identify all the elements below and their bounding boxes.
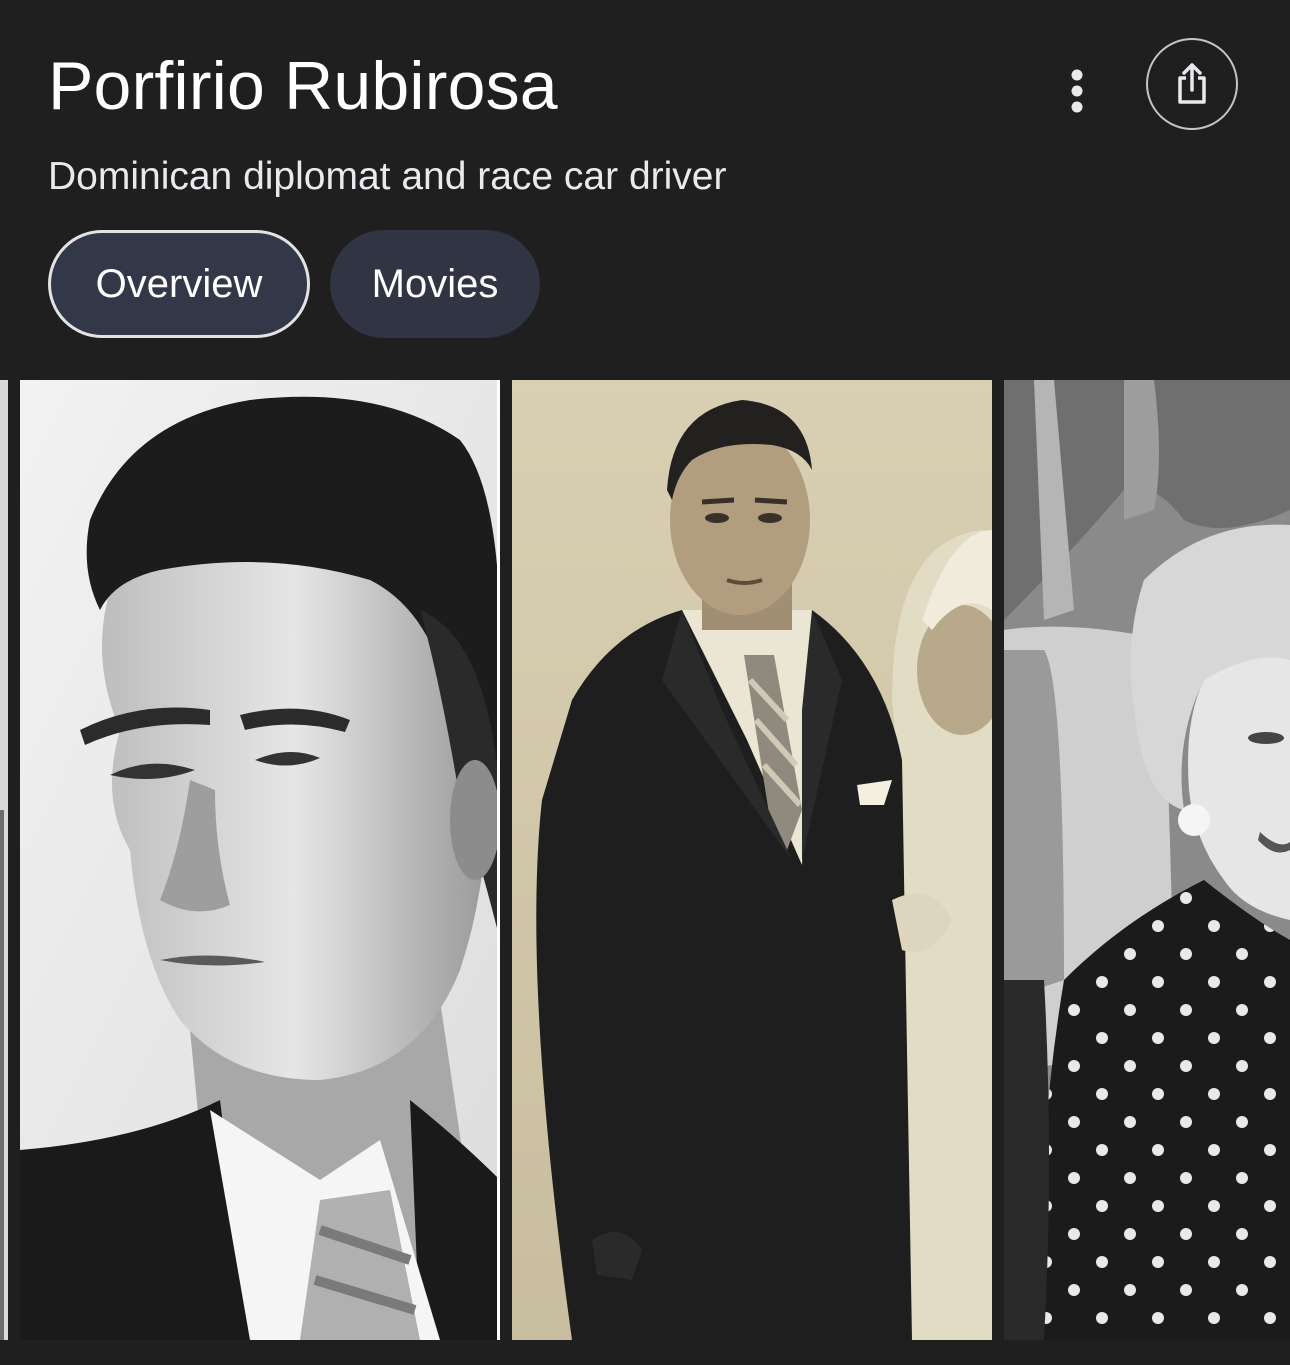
entity-title: Porfirio Rubirosa (48, 48, 558, 124)
share-icon (1178, 63, 1206, 104)
tab-bar: Overview Movies (48, 230, 540, 338)
tab-movies[interactable]: Movies (330, 230, 540, 338)
gallery-image-portrait[interactable] (20, 380, 500, 1340)
more-options-button[interactable] (1046, 60, 1108, 122)
gallery-image-suit[interactable] (512, 380, 992, 1340)
tab-overview[interactable]: Overview (48, 230, 310, 338)
image-gallery (0, 380, 1290, 1340)
knowledge-panel-header: Porfirio Rubirosa Dominican diplomat and… (0, 0, 1290, 380)
gallery-image-partial[interactable] (0, 380, 8, 1340)
entity-subtitle: Dominican diplomat and race car driver (48, 155, 727, 198)
more-vert-icon (1071, 69, 1083, 113)
gallery-image-woman[interactable] (1004, 380, 1290, 1340)
share-button[interactable] (1146, 38, 1238, 130)
